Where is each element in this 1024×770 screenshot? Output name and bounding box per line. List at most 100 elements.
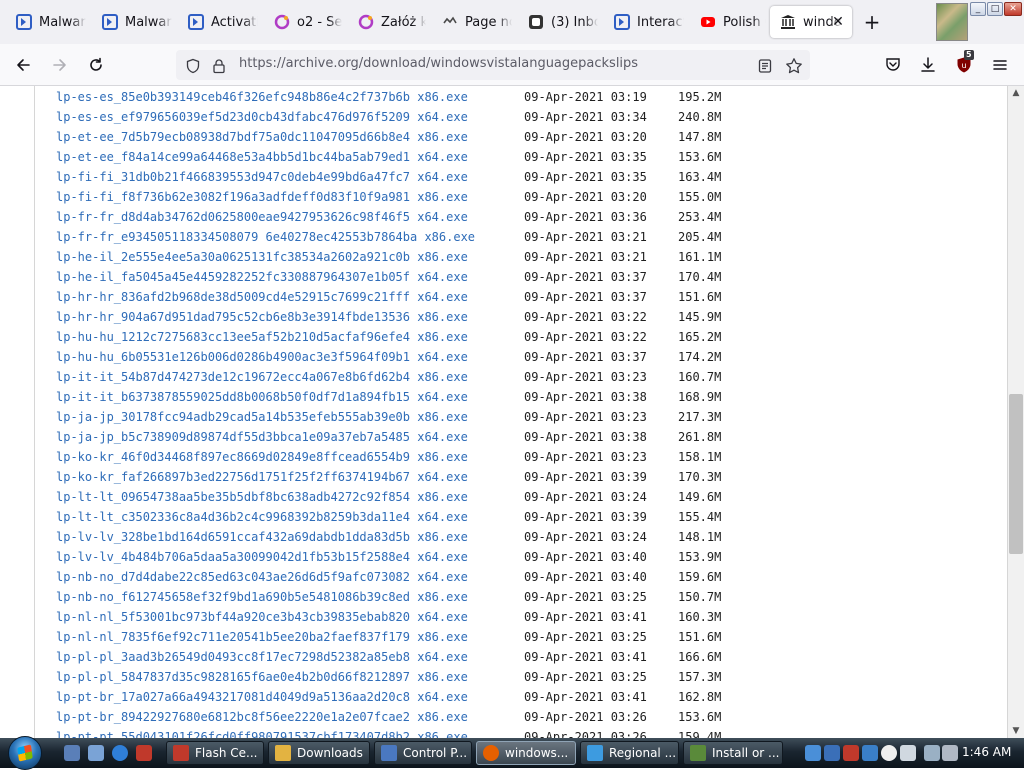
file-link[interactable]: lp-nl-nl_5f53001bc973bf44a920ce3b43cb398…	[56, 607, 468, 627]
hamburger-menu-icon	[993, 60, 1007, 70]
file-link[interactable]: lp-pl-pl_3aad3b26549d0493cc8f17ec7298d52…	[56, 647, 468, 667]
taskbar-button-5[interactable]: Regional ...	[580, 741, 679, 765]
start-button[interactable]	[8, 736, 42, 770]
flash-quicklaunch-icon[interactable]	[136, 745, 152, 761]
taskbar-button-6[interactable]: Install or ...	[683, 741, 783, 765]
file-link[interactable]: lp-lv-lv_328be1bd164d6591ccaf432a69dabdb…	[56, 527, 468, 547]
file-link[interactable]: lp-lt-lt_c3502336c8a4d36b2c4c9968392b825…	[56, 507, 468, 527]
tray-shield-icon[interactable]	[900, 745, 916, 761]
tray-flash-player-icon[interactable]	[862, 745, 878, 761]
tray-flash-icon[interactable]	[843, 745, 859, 761]
file-link[interactable]: lp-fi-fi_f8f736b62e3082f196a3adfdeff0d83…	[56, 187, 468, 207]
show-desktop-icon[interactable]	[64, 745, 80, 761]
file-link[interactable]: lp-hr-hr_836afd2b968de38d5009cd4e52915c7…	[56, 287, 468, 307]
file-link[interactable]: lp-he-il_2e555e4ee5a30a0625131fc38534a26…	[56, 247, 468, 267]
file-link[interactable]: lp-nb-no_f612745658ef32f9bd1a690b5e54810…	[56, 587, 468, 607]
tray-app-icon[interactable]	[824, 745, 840, 761]
file-date: 09-Apr-2021 03:23	[524, 370, 647, 384]
file-link[interactable]: lp-hr-hr_904a67d951dad795c52cb6e8b3e3914…	[56, 307, 468, 327]
file-link[interactable]: lp-ja-jp_b5c738909d89874df55d3bbca1e09a3…	[56, 427, 468, 447]
file-link[interactable]: lp-hu-hu_6b05531e126b006d0286b4900ac3e3f…	[56, 347, 468, 367]
downloads-button[interactable]	[915, 53, 941, 77]
taskbar-button-2[interactable]: Downloads	[268, 741, 370, 765]
file-date: 09-Apr-2021 03:20	[524, 190, 647, 204]
tracking-protection-shield-icon[interactable]	[184, 57, 202, 75]
file-link[interactable]: lp-ko-kr_faf266897b3ed22756d1751f25f2ff6…	[56, 467, 468, 487]
url-text[interactable]: https://archive.org/download/windowsvist…	[239, 56, 638, 71]
bookmark-star-icon[interactable]	[785, 57, 803, 75]
scroll-up-arrow-icon[interactable]: ▲	[1008, 86, 1024, 100]
tab-7[interactable]: (3) Inbo	[518, 6, 598, 38]
file-link[interactable]: lp-ja-jp_30178fcc94adb29cad5a14b535efeb5…	[56, 407, 468, 427]
minimize-button[interactable]: _	[970, 2, 986, 16]
maximize-button[interactable]: □	[987, 2, 1003, 16]
close-tab-icon[interactable]: ✕	[830, 14, 846, 30]
tab-5[interactable]: Załóż k	[348, 6, 426, 38]
file-link[interactable]: lp-lt-lt_09654738aa5be35b5dbf8bc638adb42…	[56, 487, 468, 507]
page-icon	[442, 14, 458, 30]
file-size: 166.6M	[678, 650, 722, 664]
reader-view-icon[interactable]	[756, 57, 774, 75]
taskbar-button-3[interactable]: Control P...	[374, 741, 472, 765]
file-link[interactable]: lp-it-it_54b87d474273de12c19672ecc4a067e…	[56, 367, 468, 387]
firefox-icon	[483, 745, 499, 761]
tab-1[interactable]: Malware	[6, 6, 86, 38]
file-link[interactable]: lp-es-es_85e0b393149ceb46f326efc948b86e4…	[56, 87, 468, 107]
file-link[interactable]: lp-pl-pl_5847837d35c9828165f6ae0e4b2b0d6…	[56, 667, 468, 687]
tab-10[interactable]: windo ✕	[770, 6, 852, 38]
tab-8[interactable]: Interact	[604, 6, 684, 38]
file-link[interactable]: lp-pt-br_17a027a66a4943217081d4049d9a513…	[56, 687, 468, 707]
file-link[interactable]: lp-ko-kr_46f0d34468f897ec8669d02849e8ffc…	[56, 447, 468, 467]
file-link[interactable]: lp-pt-br_89422927680e6812bc8f56ee2220e1a…	[56, 707, 468, 727]
switch-windows-icon[interactable]	[88, 745, 104, 761]
file-size: 150.7M	[678, 590, 722, 604]
tab-3[interactable]: Activati	[178, 6, 258, 38]
scrollbar-thumb[interactable]	[1009, 394, 1023, 554]
tab-2[interactable]: Malware	[92, 6, 172, 38]
tab-6[interactable]: Page nc	[432, 6, 512, 38]
file-link[interactable]: lp-fr-fr_e934505118334508079 6e40278ec42…	[56, 227, 475, 247]
file-link[interactable]: lp-it-it_b6373878559025dd8b0068b50f0df7d…	[56, 387, 468, 407]
file-size: 157.3M	[678, 670, 722, 684]
vt-icon	[614, 14, 630, 30]
address-bar[interactable]: https://archive.org/download/windowsvist…	[176, 50, 810, 80]
reload-button[interactable]	[83, 53, 109, 77]
window-close-button[interactable]: ✕	[1004, 2, 1022, 16]
file-link[interactable]: lp-fi-fi_31db0b21f466839553d947c0deb4e99…	[56, 167, 468, 187]
back-button[interactable]	[10, 53, 36, 77]
menu-button[interactable]	[987, 53, 1013, 77]
taskbar-button-1[interactable]: Flash Ce...	[166, 741, 264, 765]
file-link[interactable]: lp-nl-nl_7835f6ef92c711e20541b5ee20ba2fa…	[56, 627, 468, 647]
tray-network-icon[interactable]	[805, 745, 821, 761]
file-link[interactable]: lp-pt-pt_55d043101f26fcd0ff980791537cbf1…	[56, 727, 468, 738]
taskbar-button-4[interactable]: windows...	[476, 741, 576, 765]
file-link[interactable]: lp-nb-no_d7d4dabe22c85ed63c043ae26d6d5f9…	[56, 567, 468, 587]
tray-chrome-icon[interactable]	[881, 745, 897, 761]
file-size: 253.4M	[678, 210, 722, 224]
tray-volume-icon[interactable]	[942, 745, 958, 761]
windows-logo-icon	[17, 744, 33, 762]
file-link[interactable]: lp-he-il_fa5045a45e4459282252fc330887964…	[56, 267, 468, 287]
internet-explorer-icon[interactable]	[112, 745, 128, 761]
inbox-icon	[528, 14, 544, 30]
file-link[interactable]: lp-et-ee_f84a14ce99a64468e53a4bb5d1bc44b…	[56, 147, 468, 167]
file-size: 148.1M	[678, 530, 722, 544]
vertical-scrollbar[interactable]: ▲ ▼	[1008, 86, 1024, 738]
tab-9[interactable]: Polish C	[690, 6, 766, 38]
scroll-down-arrow-icon[interactable]: ▼	[1008, 724, 1024, 738]
forward-button[interactable]	[47, 53, 73, 77]
tab-4[interactable]: o2 - Ser	[264, 6, 342, 38]
taskbar-clock[interactable]: 1:46 AM	[962, 745, 1011, 759]
taskbar-button-label: Control P...	[403, 746, 468, 760]
new-tab-button[interactable]: +	[860, 10, 884, 34]
file-size: 149.6M	[678, 490, 722, 504]
pocket-button[interactable]	[880, 53, 906, 77]
file-link[interactable]: lp-et-ee_7d5b79ecb08938d7bdf75a0dc110470…	[56, 127, 468, 147]
file-link[interactable]: lp-hu-hu_1212c7275683cc13ee5af52b210d5ac…	[56, 327, 468, 347]
file-link[interactable]: lp-lv-lv_4b484b706a5daa5a30099042d1fb53b…	[56, 547, 468, 567]
file-link[interactable]: lp-fr-fr_d8d4ab34762d0625800eae942795362…	[56, 207, 468, 227]
file-link[interactable]: lp-es-es_ef979656039ef5d23d0cb43dfabc476…	[56, 107, 468, 127]
file-size: 158.1M	[678, 450, 722, 464]
tray-monitor-icon[interactable]	[924, 745, 940, 761]
padlock-icon[interactable]	[210, 57, 228, 75]
